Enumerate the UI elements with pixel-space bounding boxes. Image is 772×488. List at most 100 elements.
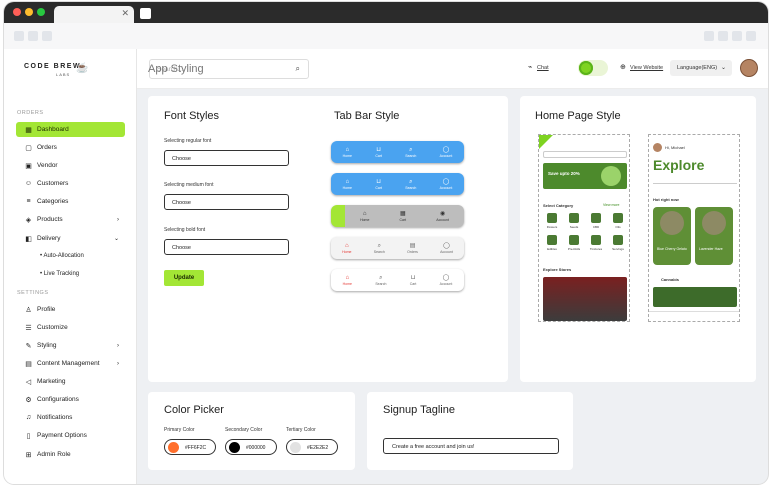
extension-icon[interactable]: [704, 31, 714, 41]
org-icon: ⊞: [25, 451, 32, 459]
sidebar-item-orders[interactable]: ▢ Orders: [16, 140, 125, 155]
category-icon: [569, 235, 579, 245]
sidebar-item-notifications[interactable]: ♫ Notifications: [16, 410, 125, 425]
home-icon: ⌂: [345, 146, 350, 153]
tab-bar-option-d[interactable]: ⌂ Home ⌕ Search ▤ Orders ◯ Account: [331, 237, 464, 259]
home-layout-option-2[interactable]: Hi, Michael Explore Hot right now Blue C…: [648, 134, 740, 322]
tab-bar-option-e[interactable]: ⌂ Home ⌕ Search ⊔ Cart ◯ Account: [331, 269, 464, 291]
forward-icon[interactable]: [28, 31, 38, 41]
category-icon: [613, 235, 623, 245]
sidebar-item-profile[interactable]: ♙ Profile: [16, 302, 125, 317]
color-picker-title: Color Picker: [164, 404, 224, 416]
secondary-color-picker[interactable]: #000000: [225, 439, 277, 455]
sidebar-item-marketing[interactable]: ◁ Marketing: [16, 374, 125, 389]
minimize-window-icon[interactable]: [25, 8, 33, 16]
cannabis-banner: [653, 287, 737, 307]
store-icon: ▣: [25, 162, 32, 170]
tab-bar-option-a[interactable]: ⌂ Home ⊔ Cart ⌕ Search ◯ Account: [331, 141, 464, 163]
tab-bar-option-c[interactable]: ⌂ Home ▦ Cart ◉ Account: [331, 205, 464, 227]
font-tabbar-card: Font Styles Selecting regular font Choos…: [148, 96, 508, 382]
sidebar-item-configurations[interactable]: ⚙ Configurations: [16, 392, 125, 407]
close-tab-icon[interactable]: ✕: [121, 8, 129, 19]
sidebar-item-vendor[interactable]: ▣ Vendor: [16, 158, 125, 173]
sidebar-item-payment-options[interactable]: ▯ Payment Options: [16, 428, 125, 443]
product-card: Blue Cherry Gelato: [653, 207, 691, 265]
sidebar-item-dashboard[interactable]: ▦ Dashboard: [16, 122, 125, 137]
tertiary-color-picker[interactable]: #E2E2E2: [286, 439, 338, 455]
truck-icon: ◧: [25, 235, 32, 243]
maximize-window-icon[interactable]: [37, 8, 45, 16]
sidebar-subitem-live-tracking[interactable]: • Live Tracking: [40, 271, 79, 277]
sidebar: CODE BREW LABS ☕ ORDERS ▦ Dashboard ▢ Orde…: [4, 49, 137, 484]
signup-tagline-title: Signup Tagline: [383, 404, 455, 416]
avatar[interactable]: [740, 59, 758, 77]
back-icon[interactable]: [14, 31, 24, 41]
view-website-link[interactable]: View Website: [630, 65, 663, 71]
language-select[interactable]: Language(ENG) ⌄: [670, 60, 732, 76]
selected-corner: [539, 135, 553, 149]
sidebar-item-products[interactable]: ◈ Products ›: [16, 212, 125, 227]
chevron-down-icon: ⌄: [113, 236, 119, 242]
user-icon: ♙: [25, 306, 32, 314]
search-icon: ⌕: [377, 242, 382, 249]
chevron-right-icon: ›: [117, 216, 119, 223]
color-swatch: [229, 442, 240, 453]
section-label-settings: SETTINGS: [17, 290, 49, 296]
sidebar-item-customize[interactable]: ☰ Customize: [16, 320, 125, 335]
home-icon: ⌂: [345, 242, 349, 249]
bold-font-label: Selecting bold font: [164, 227, 206, 233]
brand-logo: CODE BREW: [24, 63, 82, 70]
browser-toolbar: [4, 23, 768, 49]
extension-icon[interactable]: [718, 31, 728, 41]
account-icon: ◉: [439, 210, 446, 217]
globe-icon: ⊕: [620, 64, 626, 71]
document-icon: ▤: [25, 360, 32, 368]
coffee-cup-icon: ☕: [76, 63, 89, 74]
mini-search: [653, 177, 737, 184]
primary-color-picker[interactable]: #FF6F2C: [164, 439, 216, 455]
chevron-down-icon: ⌄: [720, 65, 726, 71]
sidebar-item-content-management[interactable]: ▤ Content Management ›: [16, 356, 125, 371]
chat-link[interactable]: Chat: [537, 65, 549, 71]
update-button[interactable]: Update: [164, 270, 204, 286]
sidebar-item-delivery[interactable]: ◧ Delivery ⌄: [16, 231, 125, 246]
status-toggle[interactable]: [578, 60, 608, 76]
home-icon: ⌂: [362, 210, 367, 217]
reload-icon[interactable]: [42, 31, 52, 41]
menu-icon[interactable]: [746, 31, 756, 41]
browser-window: ✕ CODE BREW LABS ☕ ORDERS ▦ Dashboard ▢ Or…: [4, 2, 768, 484]
sidebar-item-admin-role[interactable]: ⊞ Admin Role: [16, 447, 125, 462]
sidebar-item-styling[interactable]: ✎ Styling ›: [16, 338, 125, 353]
tab-bar-option-b[interactable]: ⌂ Home ⊔ Cart ⌕ Search ◯ Account: [331, 173, 464, 195]
chat-icon[interactable]: ⌁: [528, 63, 532, 71]
tab-bar-title: Tab Bar Style: [334, 110, 400, 122]
cannabis-leaf-icon: [601, 166, 621, 186]
extension-icon[interactable]: [732, 31, 742, 41]
cart-icon: ⊔: [376, 146, 381, 153]
medium-font-label: Selecting medium font: [164, 182, 214, 188]
product-image: [702, 211, 726, 235]
regular-font-label: Selecting regular font: [164, 138, 212, 144]
box-icon: ◈: [25, 216, 32, 224]
signup-tagline-input[interactable]: Create a free account and join us!: [383, 438, 559, 454]
home-layout-option-1[interactable]: Save upto 20% Select Category View more …: [538, 134, 630, 322]
new-tab-icon[interactable]: [140, 8, 151, 19]
toggle-knob: [579, 61, 593, 75]
sidebar-item-customers[interactable]: ☺ Customers: [16, 176, 125, 191]
sidebar-item-categories[interactable]: ≡ Categories: [16, 194, 125, 209]
bold-font-select[interactable]: Choose: [164, 239, 289, 255]
sidebar-subitem-auto-allocation[interactable]: • Auto-Allocation: [40, 253, 84, 259]
account-icon: ◯: [442, 178, 450, 185]
browser-tab[interactable]: ✕: [54, 6, 134, 23]
cart-icon: ⊔: [410, 274, 416, 281]
color-picker-card: Color Picker Primary Color #FF6F2C Secon…: [148, 392, 355, 470]
bell-icon: ♫: [25, 414, 32, 421]
medium-font-select[interactable]: Choose: [164, 194, 289, 210]
category-icon: [547, 235, 557, 245]
top-header: Search... ⌕ ⌁ Chat ⊕ View Website Languag…: [137, 49, 768, 89]
home-page-style-title: Home Page Style: [535, 110, 621, 122]
search-icon[interactable]: ⌕: [296, 64, 300, 74]
regular-font-select[interactable]: Choose: [164, 150, 289, 166]
mini-search: [543, 151, 627, 158]
close-window-icon[interactable]: [13, 8, 21, 16]
